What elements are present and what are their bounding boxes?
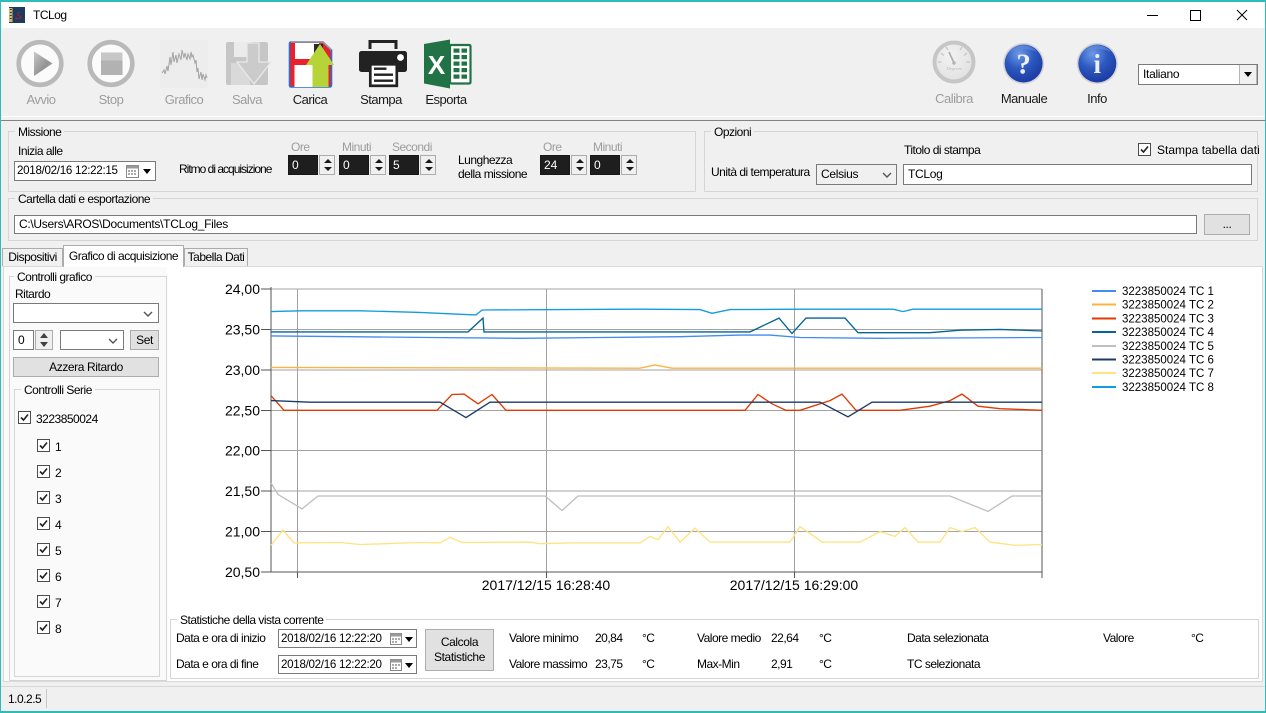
- svg-text:3223850024 TC 6: 3223850024 TC 6: [1122, 355, 1214, 367]
- svg-text:3223850024 TC 1: 3223850024 TC 1: [1122, 286, 1214, 298]
- svg-text:3223850024 TC 3: 3223850024 TC 3: [1122, 313, 1214, 325]
- svg-text:3223850024 TC 7: 3223850024 TC 7: [1122, 368, 1214, 380]
- svg-text:3223850024 TC 5: 3223850024 TC 5: [1122, 341, 1214, 353]
- svg-text:3223850024 TC 2: 3223850024 TC 2: [1122, 300, 1214, 312]
- svg-text:22,00: 22,00: [225, 443, 260, 459]
- svg-text:?: ?: [1016, 49, 1031, 81]
- svg-text:24,00: 24,00: [225, 281, 260, 297]
- svg-text:Degrees: Degrees: [945, 66, 961, 71]
- svg-text:2017/12/15 16:28:40: 2017/12/15 16:28:40: [482, 577, 611, 593]
- svg-text:X: X: [428, 50, 446, 80]
- svg-text:3223850024 TC 4: 3223850024 TC 4: [1122, 327, 1214, 339]
- svg-text:S: S: [16, 10, 22, 22]
- svg-text:21,00: 21,00: [225, 524, 260, 540]
- svg-text:2017/12/15 16:29:00: 2017/12/15 16:29:00: [730, 577, 859, 593]
- svg-text:22,50: 22,50: [225, 402, 260, 418]
- svg-text:20,50: 20,50: [225, 564, 260, 580]
- svg-text:i: i: [1094, 49, 1102, 79]
- svg-text:3223850024 TC 8: 3223850024 TC 8: [1122, 382, 1214, 394]
- svg-text:21,50: 21,50: [225, 483, 260, 499]
- svg-text:23,50: 23,50: [225, 321, 260, 337]
- svg-text:23,00: 23,00: [225, 362, 260, 378]
